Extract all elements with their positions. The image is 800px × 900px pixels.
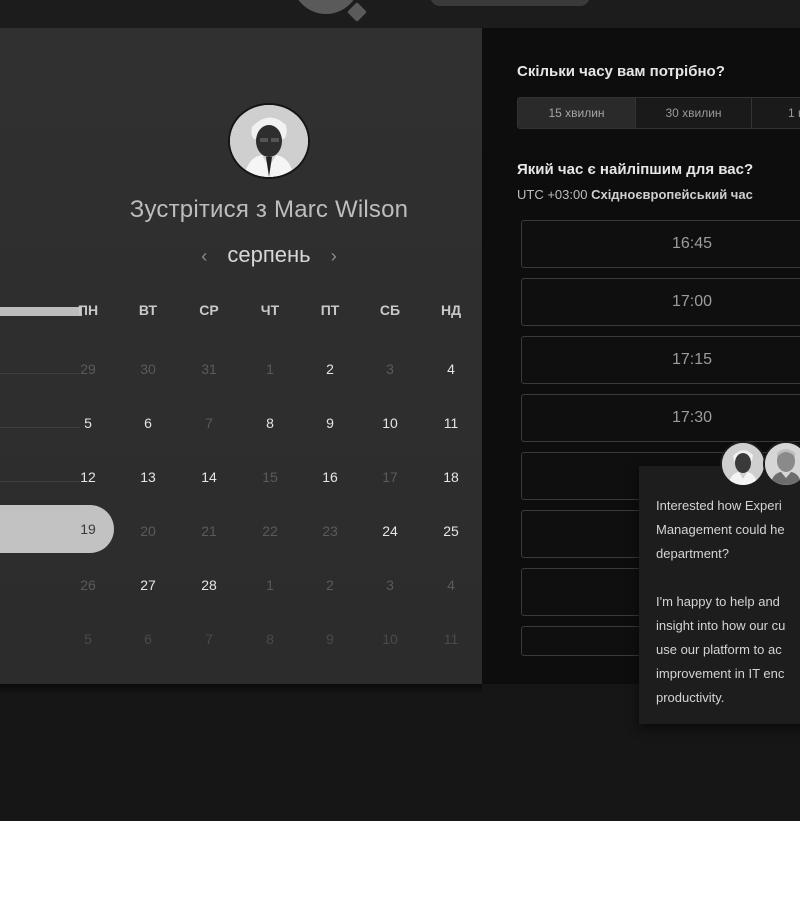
time-question: Який час є найліпшим для вас? (517, 161, 754, 178)
duration-option-60[interactable]: 1 г (752, 98, 800, 128)
time-slot-label: 17:30 (671, 409, 713, 426)
calendar-day: 9 (326, 631, 334, 647)
calendar-day: 30 (140, 361, 156, 377)
top-bar (0, 0, 800, 28)
calendar-day[interactable]: 12 (68, 469, 108, 485)
chat-popup[interactable]: Interested how Experi Management could h… (639, 466, 800, 724)
month-navigation: ‹ серпень › (0, 242, 538, 268)
time-slot-label: 16:45 (671, 235, 713, 252)
time-slot[interactable]: 17:30 (521, 394, 800, 442)
weekday-thu: ЧТ (260, 302, 280, 318)
weekday-sun: НД (440, 302, 462, 318)
time-slot[interactable]: 16:45 (521, 220, 800, 268)
weekday-fri: ПТ (320, 302, 340, 318)
chat-message: Interested how Experi Management could h… (656, 498, 786, 705)
person-icon (722, 443, 764, 485)
timezone-offset: UTC +03:00 (517, 187, 588, 202)
host-avatar (228, 103, 310, 179)
weekday-sat: СБ (379, 302, 401, 318)
selected-calendar-day[interactable]: 19 (68, 521, 108, 537)
weekday-wed: СР (199, 302, 219, 318)
time-slot[interactable]: 17:15 (521, 336, 800, 384)
chevron-left-icon[interactable]: ‹ (187, 246, 221, 266)
calendar-day: 29 (80, 361, 96, 377)
person-icon (765, 443, 800, 485)
calendar-day[interactable]: 14 (189, 469, 229, 485)
month-label: серпень (227, 242, 311, 267)
calendar-day: 7 (205, 631, 213, 647)
page-title: Зустрітися з Marc Wilson (0, 196, 538, 224)
calendar-day[interactable]: 6 (128, 415, 168, 431)
calendar-day[interactable]: 2 (310, 361, 350, 377)
calendar-day: 6 (144, 631, 152, 647)
calendar-day[interactable]: 27 (128, 577, 168, 593)
calendar-day[interactable]: 16 (310, 469, 350, 485)
calendar-day: 23 (322, 523, 338, 539)
timezone-label[interactable]: UTC +03:00 Східноєвропейський час (517, 187, 753, 202)
calendar-day[interactable]: 11 (431, 415, 471, 431)
timezone-name: Східноєвропейський час (591, 187, 753, 202)
chevron-right-icon[interactable]: › (317, 246, 351, 266)
person-icon (230, 105, 308, 177)
calendar-day: 5 (84, 631, 92, 647)
panel-shadow (0, 684, 482, 694)
calendar-day: 7 (205, 415, 213, 431)
weekday-mon: ПН (77, 302, 99, 318)
calendar-day[interactable]: 10 (370, 415, 410, 431)
calendar-day: 22 (262, 523, 278, 539)
chat-agent-avatar (720, 441, 766, 487)
title-prefix: Зустрітися з (129, 196, 274, 223)
calendar-day: 26 (80, 577, 96, 593)
time-slot[interactable]: 17:00 (521, 278, 800, 326)
calendar-day: 1 (266, 577, 274, 593)
calendar-day: 31 (201, 361, 217, 377)
calendar-day: 3 (386, 577, 394, 593)
calendar-day: 4 (447, 577, 455, 593)
calendar-day[interactable]: 18 (431, 469, 471, 485)
calendar-day: 3 (386, 361, 394, 377)
calendar-day[interactable]: 8 (250, 415, 290, 431)
calendar-day: 11 (443, 631, 459, 647)
time-slot-label: 17:15 (671, 351, 713, 368)
calendar-day: 15 (262, 469, 278, 485)
calendar-day[interactable]: 24 (370, 523, 410, 539)
logo-wordmark (430, 0, 590, 6)
calendar-day: 10 (382, 631, 398, 647)
calendar-day: 1 (266, 361, 274, 377)
duration-option-30[interactable]: 30 хвилин (636, 98, 752, 128)
calendar-day: 21 (201, 523, 217, 539)
calendar-day: 20 (140, 523, 156, 539)
calendar-day: 2 (326, 577, 334, 593)
calendar-day[interactable]: 25 (431, 523, 471, 539)
calendar-day[interactable]: 4 (431, 361, 471, 377)
time-slot-label: 17:00 (671, 293, 713, 310)
calendar-day: 17 (382, 469, 398, 485)
calendar-day: 8 (266, 631, 274, 647)
calendar-day[interactable]: 28 (189, 577, 229, 593)
duration-option-15[interactable]: 15 хвилин (518, 98, 636, 128)
logo-icon (292, 0, 360, 14)
calendar-day[interactable]: 5 (68, 415, 108, 431)
duration-selector: 15 хвилин 30 хвилин 1 г (517, 97, 800, 129)
duration-question: Скільки часу вам потрібно? (517, 63, 725, 80)
calendar-day[interactable]: 13 (128, 469, 168, 485)
weekday-tue: ВТ (138, 302, 158, 318)
calendar-day[interactable]: 9 (310, 415, 350, 431)
host-name: Marc Wilson (274, 196, 409, 223)
